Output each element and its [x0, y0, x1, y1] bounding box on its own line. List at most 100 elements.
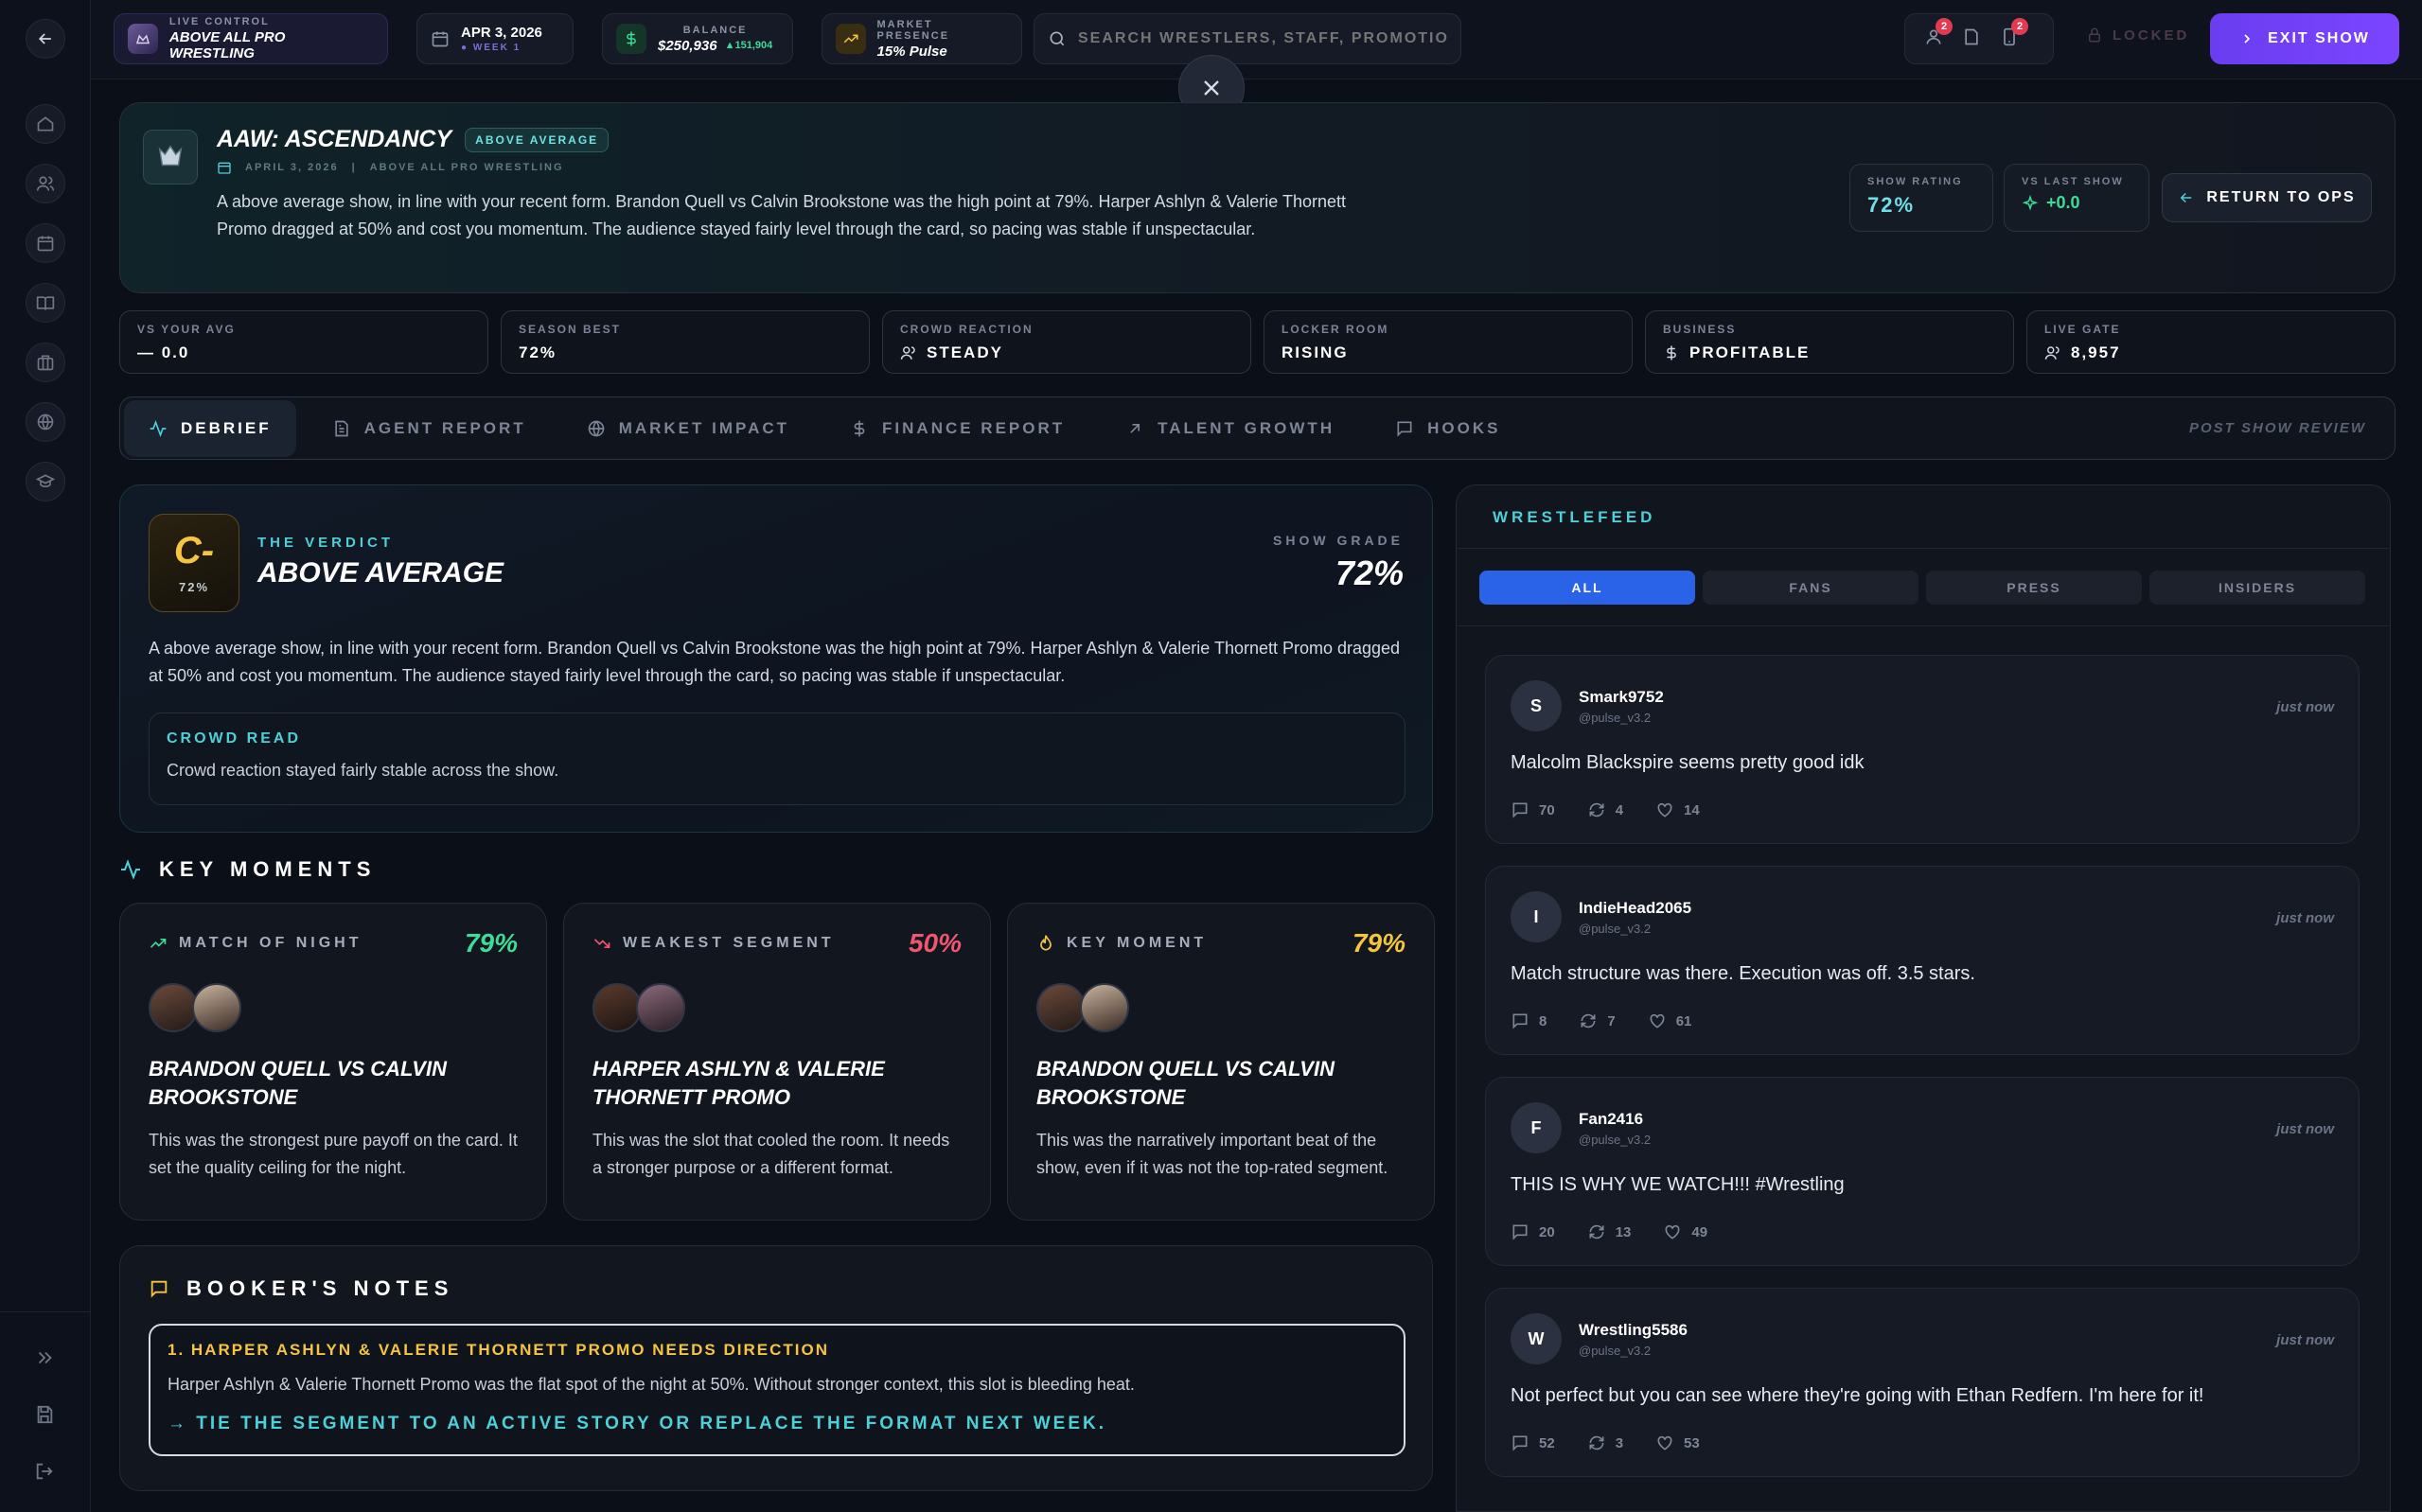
promotion-logo-icon [128, 24, 158, 54]
search-box[interactable] [1034, 13, 1461, 64]
market-presence-pill[interactable]: MARKET PRESENCE 15% Pulse [822, 13, 1022, 64]
nav-training[interactable] [26, 462, 65, 501]
filter-insiders[interactable]: INSIDERS [2149, 571, 2365, 605]
stat-label: VS YOUR AVG [137, 323, 236, 336]
moment-card-match-of-night[interactable]: MATCH OF NIGHT 79% BRANDON QUELL VS CALV… [119, 903, 547, 1221]
nav-booking[interactable] [26, 283, 65, 323]
comment-icon [1512, 1435, 1528, 1451]
show-rating-value: 72% [1867, 193, 1916, 217]
filter-press[interactable]: PRESS [1926, 571, 2142, 605]
show-logo-icon [143, 130, 198, 185]
reply-button[interactable]: 52 [1511, 1433, 1555, 1452]
balance-pill[interactable]: BALANCE $250,936 ▲151,904 [602, 13, 793, 64]
book-icon [36, 296, 55, 310]
live-control-pill[interactable]: LIVE CONTROL ABOVE ALL PRO WRESTLING [114, 13, 388, 64]
reply-button[interactable]: 8 [1511, 1011, 1547, 1030]
moment-title: HARPER ASHLYN & VALERIE THORNETT PROMO [592, 1057, 885, 1109]
repeat-icon [1589, 1435, 1604, 1450]
moment-text: This was the narratively important beat … [1036, 1131, 1388, 1177]
heart-icon [1657, 1435, 1672, 1450]
moment-card-key-moment[interactable]: KEY MOMENT 79% BRANDON QUELL VS CALVIN B… [1007, 903, 1435, 1221]
post-author: IndieHead2065 [1579, 898, 1692, 917]
logout-button[interactable] [34, 1461, 55, 1486]
vs-last-value: +0.0 [2046, 193, 2080, 212]
stat-label: BUSINESS [1663, 323, 1737, 336]
briefcase-icon [37, 355, 54, 371]
message-square-icon [150, 1280, 168, 1298]
tab-label: MARKET IMPACT [618, 418, 790, 437]
back-button[interactable] [26, 19, 65, 59]
repost-button[interactable]: 13 [1587, 1222, 1632, 1241]
like-button[interactable]: 61 [1648, 1011, 1691, 1030]
save-button[interactable] [34, 1404, 55, 1430]
expand-sidebar-button[interactable] [34, 1347, 55, 1373]
market-presence-label: MARKET PRESENCE [876, 18, 950, 42]
balance-delta: ▲151,904 [724, 40, 773, 51]
stat-season-best: SEASON BEST 72% [501, 310, 870, 374]
like-button[interactable]: 49 [1663, 1222, 1707, 1241]
users-icon [36, 176, 55, 191]
stat-value: STEADY [927, 343, 1003, 361]
top-bar: LIVE CONTROL ABOVE ALL PRO WRESTLING APR… [91, 0, 2422, 79]
repost-count: 7 [1607, 1012, 1616, 1029]
verdict-title: ABOVE AVERAGE [257, 557, 504, 589]
file-text-icon [334, 420, 348, 436]
current-week: ● WEEK 1 [461, 43, 522, 53]
repost-count: 3 [1615, 1434, 1624, 1451]
repost-count: 13 [1615, 1223, 1632, 1240]
vs-last-show-box: VS LAST SHOW +0.0 [2004, 164, 2149, 232]
tab-agent-report[interactable]: AGENT REPORT [308, 400, 551, 457]
stat-business: BUSINESS PROFITABLE [1645, 310, 2014, 374]
sidebar [0, 0, 91, 1512]
moment-card-weakest-segment[interactable]: WEAKEST SEGMENT 50% HARPER ASHLYN & VALE… [563, 903, 991, 1221]
documents-button[interactable] [1962, 27, 1981, 51]
tab-talent-growth[interactable]: TALENT GROWTH [1101, 400, 1359, 457]
moment-pct: 79% [464, 928, 518, 958]
nav-calendar[interactable] [26, 223, 65, 263]
close-icon [1204, 80, 1219, 96]
arrow-left-icon [2181, 192, 2192, 203]
show-meta-separator: | [351, 162, 357, 173]
reply-button[interactable]: 70 [1511, 800, 1555, 819]
feed-post[interactable]: W Wrestling5586 @pulse_v3.2 just now Not … [1485, 1288, 2360, 1477]
filter-all[interactable]: ALL [1479, 571, 1695, 605]
return-to-ops-button[interactable]: RETURN TO OPS [2162, 173, 2372, 222]
exit-show-button[interactable]: EXIT SHOW [2210, 13, 2399, 64]
tab-market-impact[interactable]: MARKET IMPACT [562, 400, 814, 457]
repost-button[interactable]: 7 [1579, 1011, 1616, 1030]
nav-business[interactable] [26, 343, 65, 382]
chevron-right-icon [2244, 34, 2251, 44]
reply-button[interactable]: 20 [1511, 1222, 1555, 1241]
feed-post[interactable]: S Smark9752 @pulse_v3.2 just now Malcolm … [1485, 655, 2360, 844]
feed-post[interactable]: I IndieHead2065 @pulse_v3.2 just now Matc… [1485, 866, 2360, 1055]
repost-button[interactable]: 4 [1587, 800, 1623, 819]
repost-button[interactable]: 3 [1587, 1433, 1623, 1452]
nav-home[interactable] [26, 104, 65, 144]
avatar: S [1511, 680, 1562, 731]
stat-label: CROWD REACTION [900, 323, 1034, 336]
chevrons-right-icon [38, 1351, 52, 1364]
filter-fans[interactable]: FANS [1703, 571, 1918, 605]
feed-post[interactable]: F Fan2416 @pulse_v3.2 just now THIS IS WH… [1485, 1077, 2360, 1266]
post-author: Fan2416 [1579, 1109, 1644, 1128]
phone-button[interactable]: 2 [2000, 17, 2028, 51]
tab-hooks[interactable]: HOOKS [1370, 400, 1525, 457]
calendar-icon [218, 162, 231, 174]
stat-label: LOCKER ROOM [1282, 323, 1389, 336]
like-button[interactable]: 14 [1655, 800, 1700, 819]
date-pill[interactable]: APR 3, 2026 ● WEEK 1 [416, 13, 574, 64]
like-button[interactable]: 53 [1655, 1433, 1700, 1452]
tab-debrief[interactable]: DEBRIEF [124, 399, 296, 457]
post-text: THIS IS WHY WE WATCH!!! #Wrestling [1511, 1174, 1845, 1195]
activity-icon [150, 419, 167, 437]
stat-value: PROFITABLE [1689, 343, 1811, 361]
post-author: Wrestling5586 [1579, 1320, 1688, 1339]
live-control-label: LIVE CONTROL [168, 16, 270, 27]
nav-roster[interactable] [26, 164, 65, 203]
nav-world[interactable] [26, 402, 65, 442]
search-input[interactable] [1078, 30, 1447, 47]
contacts-button[interactable]: 2 [1924, 17, 1953, 51]
comment-icon [1512, 1013, 1528, 1029]
tab-finance-report[interactable]: FINANCE REPORT [825, 400, 1089, 457]
avatar: F [1511, 1102, 1562, 1153]
